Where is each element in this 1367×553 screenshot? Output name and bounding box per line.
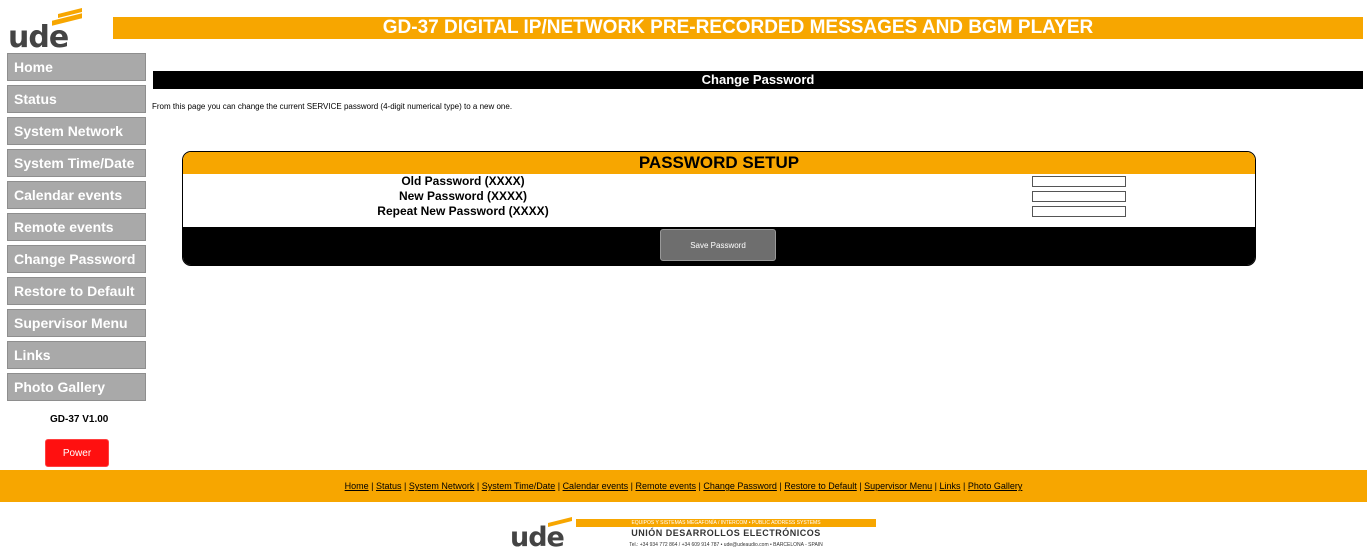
sidebar-item-photo-gallery[interactable]: Photo Gallery [7, 373, 146, 401]
sidebar-item-calendar-events[interactable]: Calendar events [7, 181, 146, 209]
sidebar-item-links[interactable]: Links [7, 341, 146, 369]
panel-footer: Save Password [183, 227, 1255, 265]
power-button[interactable]: Power [45, 439, 109, 467]
footer-link-photo-gallery[interactable]: Photo Gallery [968, 481, 1023, 491]
footer-logo-text: ude [510, 522, 565, 553]
sidebar-item-system-network[interactable]: System Network [7, 117, 146, 145]
footer-separator: | [555, 481, 563, 491]
ude-logo: ude [6, 8, 98, 55]
sidebar-item-change-password[interactable]: Change Password [7, 245, 146, 273]
page-title: Change Password [153, 71, 1363, 89]
footer-link-change-password[interactable]: Change Password [703, 481, 777, 491]
footer-separator: | [368, 481, 376, 491]
firmware-version: GD-37 V1.00 [50, 414, 109, 425]
new-password-input[interactable] [1032, 191, 1126, 202]
footer-separator: | [932, 481, 940, 491]
footer-link-home[interactable]: Home [345, 481, 369, 491]
footer-link-remote-events[interactable]: Remote events [635, 481, 696, 491]
footer-address: Tel.: +34 934 772 864 / +34 609 914 787 … [629, 542, 823, 548]
footer-link-calendar-events[interactable]: Calendar events [563, 481, 629, 491]
page-intro: From this page you can change the curren… [152, 102, 513, 111]
footer-link-system-network[interactable]: System Network [409, 481, 475, 491]
old-password-input[interactable] [1032, 176, 1126, 187]
footer-company-logo: ude EQUIPOS Y SISTEMAS MEGAFONÍA / INTER… [510, 517, 876, 553]
sidebar-item-remote-events[interactable]: Remote events [7, 213, 146, 241]
footer-separator: | [401, 481, 409, 491]
repeat-password-row: Repeat New Password (XXXX) [183, 204, 1255, 219]
repeat-password-input[interactable] [1032, 206, 1126, 217]
sidebar-item-status[interactable]: Status [7, 85, 146, 113]
footer-separator: | [474, 481, 482, 491]
sidebar-nav: Home Status System Network System Time/D… [7, 53, 146, 405]
footer-separator: | [960, 481, 968, 491]
footer-link-links[interactable]: Links [940, 481, 961, 491]
password-setup-panel: PASSWORD SETUP Old Password (XXXX) New P… [182, 151, 1256, 266]
footer-tagline: EQUIPOS Y SISTEMAS MEGAFONÍA / INTERCOM … [576, 519, 876, 527]
sidebar-item-system-time-date[interactable]: System Time/Date [7, 149, 146, 177]
footer-link-system-time-date[interactable]: System Time/Date [482, 481, 556, 491]
footer-separator: | [856, 481, 865, 491]
page-banner: GD-37 DIGITAL IP/NETWORK PRE-RECORDED ME… [113, 17, 1363, 39]
panel-heading: PASSWORD SETUP [183, 152, 1255, 174]
old-password-label: Old Password (XXXX) [401, 174, 525, 188]
footer-nav: Home | Status | System Network | System … [0, 470, 1367, 502]
old-password-row: Old Password (XXXX) [183, 174, 1255, 189]
footer-link-status[interactable]: Status [376, 481, 402, 491]
sidebar-item-restore-to-default[interactable]: Restore to Default [7, 277, 146, 305]
logo-text: ude [8, 20, 69, 55]
repeat-password-label: Repeat New Password (XXXX) [377, 204, 549, 218]
new-password-label: New Password (XXXX) [398, 189, 528, 203]
save-password-button[interactable]: Save Password [660, 229, 776, 261]
new-password-row: New Password (XXXX) [183, 189, 1255, 204]
footer-link-restore-to-default[interactable]: Restore to Default [784, 481, 857, 491]
sidebar-item-home[interactable]: Home [7, 53, 146, 81]
footer-link-supervisor-menu[interactable]: Supervisor Menu [864, 481, 932, 491]
footer-company-name: UNIÓN DESARROLLOS ELECTRÓNICOS [631, 528, 821, 538]
sidebar-item-supervisor-menu[interactable]: Supervisor Menu [7, 309, 146, 337]
